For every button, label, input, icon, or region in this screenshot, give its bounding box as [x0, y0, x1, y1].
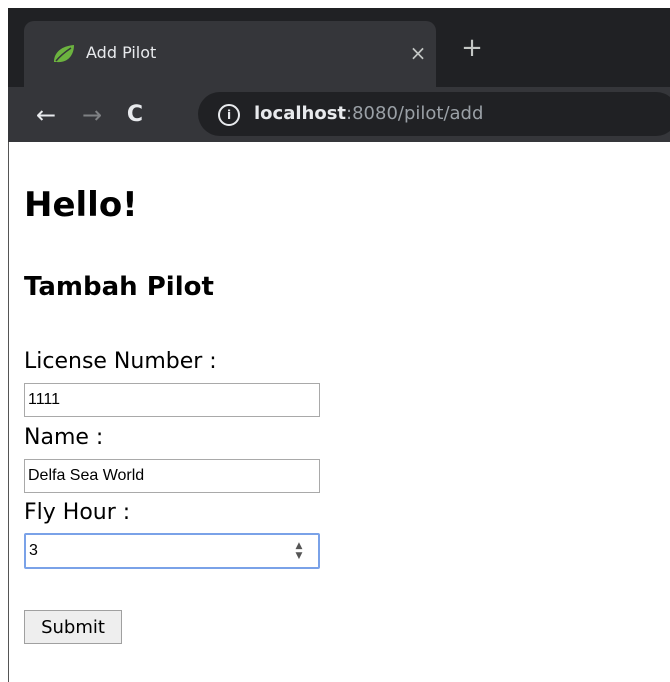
browser-toolbar: ← → C i localhost:8080/pilot/add [8, 87, 670, 142]
page-title: Tambah Pilot [24, 272, 214, 302]
page-greeting: Hello! [24, 185, 138, 225]
url-text[interactable]: localhost:8080/pilot/add [254, 102, 483, 126]
fly-hour-label: Fly Hour : [24, 500, 131, 525]
license-number-input[interactable] [24, 383, 320, 417]
url-path: :8080/pilot/add [346, 103, 484, 124]
name-input[interactable] [24, 459, 320, 493]
plus-icon[interactable]: + [458, 34, 486, 62]
arrow-right-icon[interactable]: → [78, 101, 106, 129]
submit-button[interactable]: Submit [24, 610, 122, 644]
close-icon[interactable]: × [406, 41, 430, 65]
url-host: localhost [254, 103, 347, 124]
address-bar[interactable]: i localhost:8080/pilot/add [198, 92, 670, 136]
browser-tab[interactable]: Add Pilot × [24, 21, 436, 87]
spinner-arrows-icon[interactable]: ▲ ▼ [292, 541, 306, 561]
info-icon[interactable]: i [218, 104, 240, 126]
license-number-label: License Number : [24, 349, 217, 374]
page-left-border [8, 142, 9, 682]
reload-icon[interactable]: C [121, 101, 149, 129]
spring-leaf-icon [52, 44, 76, 64]
fly-hour-input[interactable] [24, 533, 320, 569]
browser-chrome: Add Pilot × + ← → C i localhost:8080/pil… [8, 8, 670, 142]
tab-title: Add Pilot [86, 43, 157, 62]
arrow-left-icon[interactable]: ← [32, 101, 60, 129]
name-label: Name : [24, 425, 104, 450]
